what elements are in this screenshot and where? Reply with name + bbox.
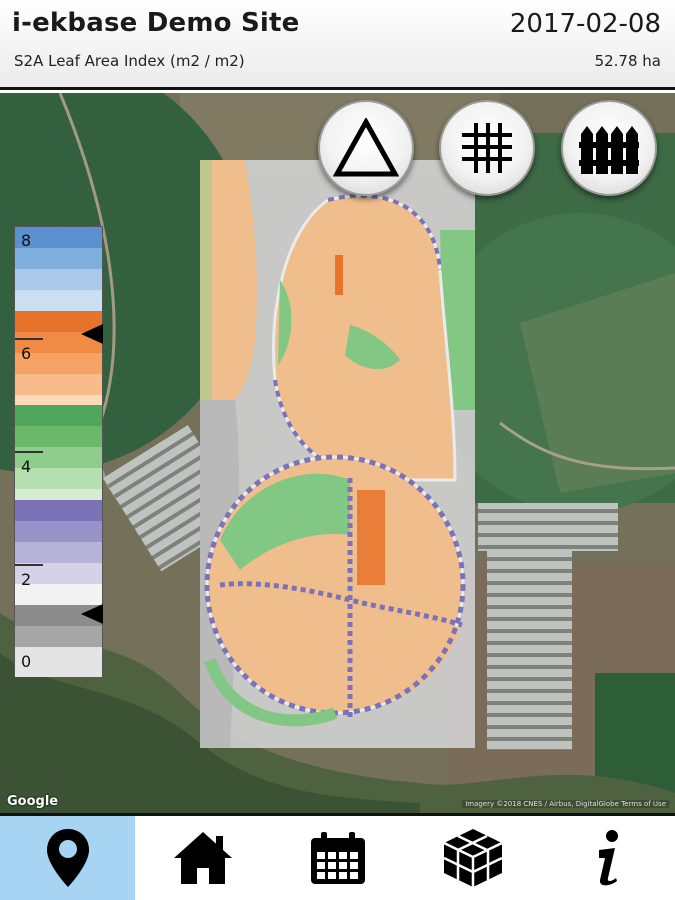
map-pin-icon: [46, 829, 89, 887]
date-label[interactable]: 2017-02-08: [510, 9, 661, 39]
draw-triangle-button[interactable]: [318, 100, 414, 196]
blocks-icon: [442, 829, 503, 887]
legend-label-4: 4: [21, 457, 32, 476]
bottom-nav: [0, 813, 675, 900]
nav-calendar[interactable]: [270, 816, 405, 900]
lai-color-legend: 8 6 4 2 0: [14, 226, 103, 677]
legend-max-marker: [81, 324, 103, 344]
fence-icon: [579, 126, 639, 174]
info-icon: [598, 830, 618, 886]
triangle-icon: [333, 118, 399, 177]
grid-icon: [462, 123, 512, 173]
calendar-icon: [310, 832, 365, 884]
legend-label-8: 8: [21, 231, 32, 250]
field-boundary-button[interactable]: [561, 100, 657, 196]
legend-label-2: 2: [21, 570, 32, 589]
home-icon: [173, 832, 232, 884]
legend-label-0: 0: [21, 652, 32, 671]
nav-home[interactable]: [135, 816, 270, 900]
map-attribution[interactable]: Imagery ©2018 CNES / Airbus, DigitalGlob…: [462, 800, 669, 808]
nav-map[interactable]: [0, 816, 135, 900]
layer-name: S2A Leaf Area Index (m2 / m2): [14, 52, 245, 70]
nav-blocks[interactable]: [405, 816, 540, 900]
grid-toggle-button[interactable]: [439, 100, 535, 196]
map-view[interactable]: 8 6 4 2 0 Google Imagery ©2018 CNES / Ai…: [0, 93, 675, 813]
google-logo: Google: [7, 794, 59, 809]
app-header: i-ekbase Demo Site S2A Leaf Area Index (…: [0, 0, 675, 90]
area-label: 52.78 ha: [594, 52, 661, 70]
legend-min-marker: [81, 604, 103, 624]
lai-overlay: [200, 160, 475, 748]
site-title: i-ekbase Demo Site: [12, 8, 300, 38]
legend-label-6: 6: [21, 344, 32, 363]
nav-info[interactable]: [540, 816, 675, 900]
